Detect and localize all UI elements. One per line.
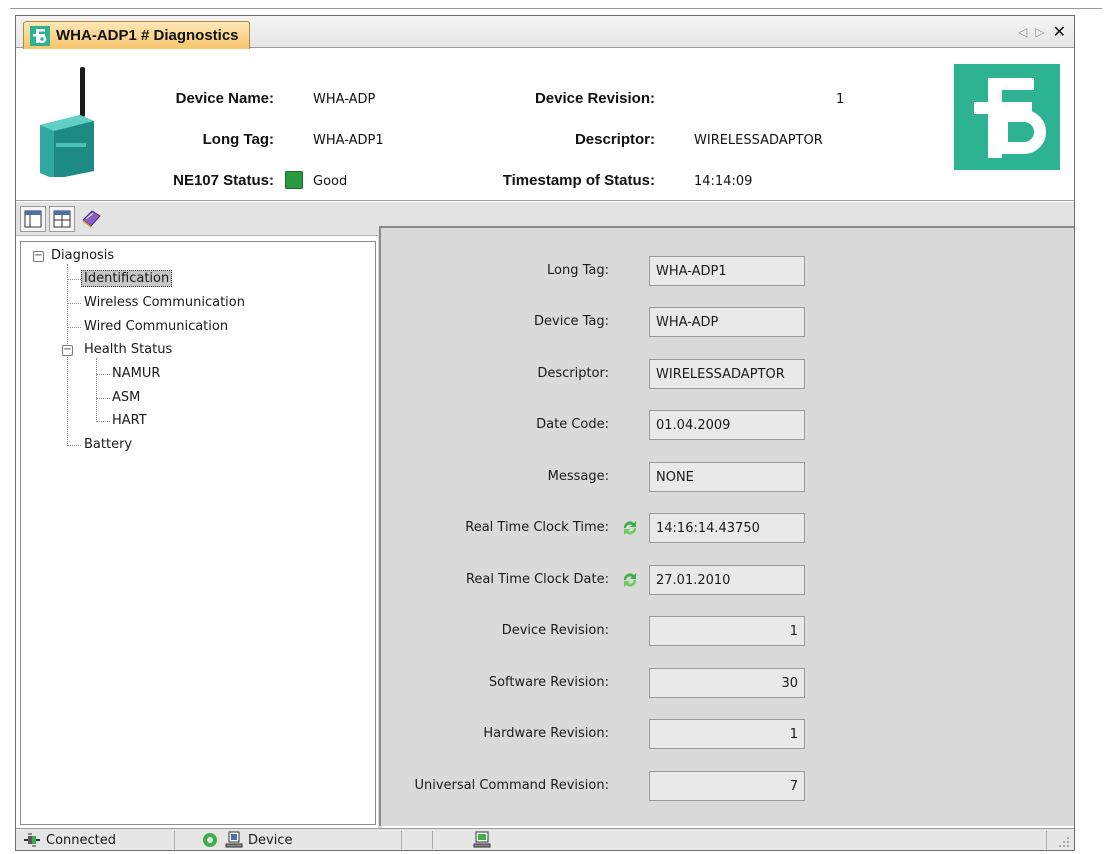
tree-connector — [67, 303, 81, 304]
pf-brand-logo — [954, 64, 1060, 170]
help-book-button[interactable] — [78, 206, 104, 232]
status-led-icon — [285, 171, 303, 189]
device-revision-label: Device Revision: — [534, 90, 655, 107]
device-name-label: Device Name: — [175, 90, 274, 107]
field-label: Device Tag: — [534, 314, 609, 329]
descriptor-field[interactable]: WIRELESSADAPTOR — [649, 359, 805, 389]
field-label: Date Code: — [536, 417, 609, 432]
status-bar: Connected Device — [16, 828, 1074, 850]
sync-icon — [203, 833, 217, 847]
tree-connector — [96, 358, 97, 422]
resize-grip-icon[interactable] — [1058, 836, 1070, 848]
data-source[interactable]: Device — [200, 829, 292, 851]
layout-view-icon — [24, 210, 42, 227]
network-status — [471, 829, 493, 851]
data-source-text: Device — [248, 832, 293, 848]
table-view-icon — [53, 210, 71, 227]
date-code-field[interactable]: 01.04.2009 — [649, 410, 805, 440]
scroll-right-icon[interactable]: ▷ — [1035, 25, 1044, 39]
device-image — [40, 67, 94, 177]
rtc-time-field[interactable]: 14:16:14.43750 — [649, 513, 805, 543]
table-view-button[interactable] — [49, 205, 75, 232]
status-divider — [432, 831, 433, 849]
device-revision-field: 1 — [649, 616, 805, 646]
tab-title: WHA-ADP1 # Diagnostics — [56, 27, 239, 44]
field-label: Hardware Revision: — [483, 726, 609, 741]
status-divider — [1046, 831, 1047, 849]
tree-connector — [67, 279, 81, 280]
connection-status-text: Connected — [46, 832, 117, 848]
diagnosis-tree: − Diagnosis Identification Wireless Comm… — [20, 241, 376, 825]
field-label: Universal Command Revision: — [414, 778, 609, 793]
close-icon[interactable]: ✕ — [1053, 22, 1066, 41]
field-label: Device Revision: — [501, 623, 609, 638]
ne107-status-value: Good — [313, 174, 348, 189]
hardware-revision-field: 1 — [649, 719, 805, 749]
descriptor-value: WIRELESSADAPTOR — [694, 133, 823, 148]
network-icon — [473, 831, 491, 848]
tree-item-asm[interactable]: ASM — [112, 390, 140, 405]
long-tag-field[interactable]: WHA-ADP1 — [649, 256, 805, 286]
diagnostics-window: WHA-ADP1 # Diagnostics ◁ ▷ ✕ Device Name… — [15, 15, 1075, 851]
universal-command-revision-field: 7 — [649, 771, 805, 801]
field-label: Message: — [547, 469, 609, 484]
tab-diagnostics[interactable]: WHA-ADP1 # Diagnostics — [23, 21, 250, 49]
status-divider — [174, 831, 175, 849]
tree-connector — [67, 445, 81, 446]
refresh-icon[interactable] — [621, 519, 639, 537]
pf-logo-icon — [30, 25, 50, 46]
rtc-date-field[interactable]: 27.01.2010 — [649, 565, 805, 595]
timestamp-value: 14:14:09 — [694, 174, 753, 189]
device-revision-value: 1 — [836, 92, 845, 107]
tree-item-identification[interactable]: Identification — [81, 270, 173, 287]
ne107-status-label: NE107 Status: — [173, 172, 274, 189]
tree-connector — [96, 398, 110, 399]
tab-controls: ◁ ▷ ✕ — [1018, 22, 1066, 41]
tree-item-battery[interactable]: Battery — [84, 437, 132, 452]
field-label: Long Tag: — [547, 263, 609, 278]
long-tag-label: Long Tag: — [202, 131, 274, 148]
software-revision-field: 30 — [649, 668, 805, 698]
timestamp-label: Timestamp of Status: — [502, 172, 655, 189]
tree-item-wired-communication[interactable]: Wired Communication — [84, 319, 228, 334]
tree-item-health-status[interactable]: Health Status — [84, 342, 172, 357]
status-divider — [401, 831, 402, 849]
tree-connector — [96, 421, 110, 422]
tree-connector — [96, 374, 110, 375]
tree-connector — [67, 327, 81, 328]
tree-item-wireless-communication[interactable]: Wireless Communication — [84, 295, 245, 310]
message-field[interactable]: NONE — [649, 462, 805, 492]
tree-item-hart[interactable]: HART — [112, 413, 147, 428]
device-tag-field[interactable]: WHA-ADP — [649, 307, 805, 337]
field-label: Software Revision: — [488, 675, 609, 690]
tree-item-diagnosis[interactable]: Diagnosis — [51, 248, 114, 263]
collapse-health-status-icon[interactable]: − — [62, 345, 73, 356]
tab-bar: WHA-ADP1 # Diagnostics ◁ ▷ ✕ — [16, 16, 1074, 49]
collapse-diagnosis-icon[interactable]: − — [33, 251, 44, 262]
field-label: Descriptor: — [537, 366, 609, 381]
descriptor-label: Descriptor: — [574, 131, 655, 148]
connected-plug-icon — [24, 833, 40, 847]
long-tag-value: WHA-ADP1 — [313, 133, 384, 148]
device-name-value: WHA-ADP — [313, 92, 376, 107]
tree-item-namur[interactable]: NAMUR — [112, 366, 160, 381]
book-icon — [82, 209, 101, 228]
field-label: Real Time Clock Time: — [465, 520, 609, 535]
field-label: Real Time Clock Date: — [465, 572, 609, 587]
scroll-left-icon[interactable]: ◁ — [1018, 25, 1027, 39]
outer-divider — [10, 8, 1102, 9]
device-header: Device Name: WHA-ADP Long Tag: WHA-ADP1 … — [16, 49, 1074, 201]
refresh-icon[interactable] — [621, 571, 639, 589]
layout-view-button[interactable] — [20, 205, 46, 232]
connection-status: Connected — [22, 829, 116, 851]
identification-panel: Long Tag: WHA-ADP1 Device Tag: WHA-ADP D… — [379, 226, 1074, 826]
device-computer-icon — [225, 831, 243, 848]
